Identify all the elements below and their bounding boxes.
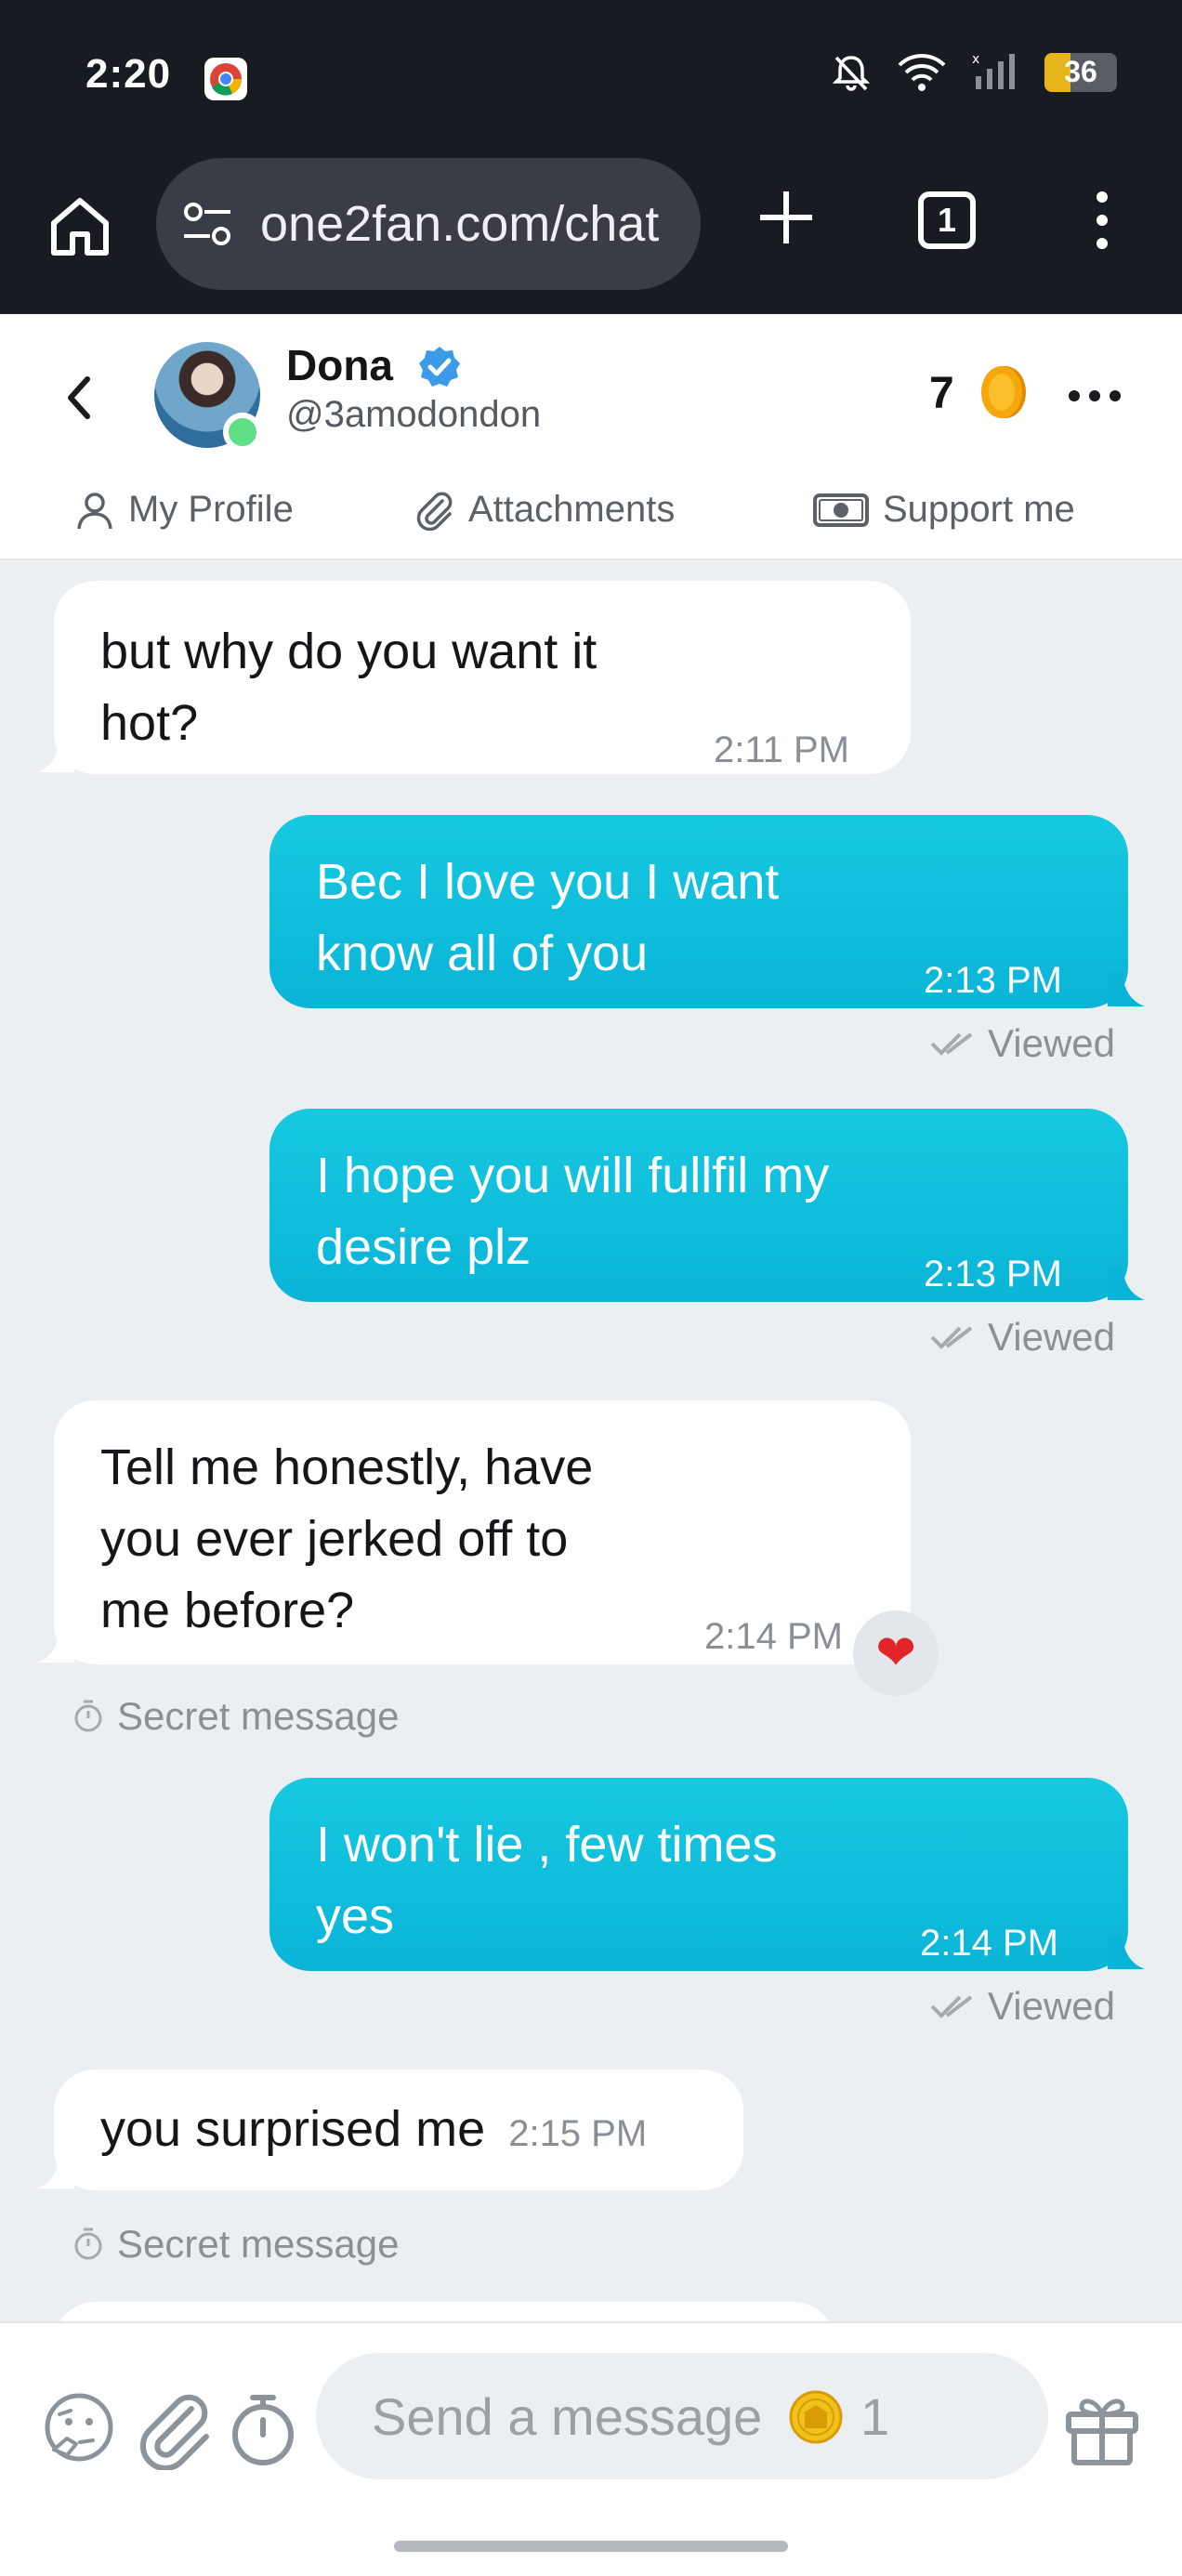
message-cost-value: 1 xyxy=(860,2387,890,2446)
chat-header: Dona @3amodondon 7 My Profile Attachment… xyxy=(0,314,1182,560)
bubble-tail xyxy=(1108,1936,1145,1969)
message-time: 2:13 PM xyxy=(924,1254,1062,1295)
message-text: I won't lie , few times xyxy=(316,1817,778,1873)
tab-support-me[interactable]: Support me xyxy=(812,489,1075,531)
reaction-heart[interactable]: ❤ xyxy=(853,1610,939,1696)
read-receipt-text: Viewed xyxy=(988,1984,1115,2028)
double-check-icon xyxy=(930,1326,973,1349)
bubble-tail xyxy=(37,1629,74,1663)
chrome-icon xyxy=(204,58,247,100)
message-text: Bec I love you I want xyxy=(316,854,780,910)
paperclip-icon[interactable] xyxy=(136,2390,216,2470)
contact-handle: @3amodondon xyxy=(286,394,542,435)
url-text[interactable]: one2fan.com/chat xyxy=(260,195,688,253)
message-time: 2:14 PM xyxy=(704,1616,843,1657)
message-time: 2:14 PM xyxy=(920,1923,1058,1964)
message-incoming[interactable]: but why do you want it hot? 2:11 PM xyxy=(54,581,911,774)
cash-icon xyxy=(813,493,869,527)
browser-menu-icon[interactable] xyxy=(1093,188,1111,253)
message-text: but why do you want it xyxy=(100,624,598,679)
home-gesture-bar[interactable] xyxy=(394,2541,788,2552)
tab-attachments-label: Attachments xyxy=(468,489,676,530)
coin-icon xyxy=(789,2390,843,2443)
url-bar[interactable]: one2fan.com/chat xyxy=(156,158,701,290)
chat-messages[interactable]: but why do you want it hot? 2:11 PM Bec … xyxy=(0,562,1182,2321)
tab-switcher-button[interactable]: 1 xyxy=(918,191,976,249)
stopwatch-icon xyxy=(74,1700,102,1732)
signal-icon: x xyxy=(972,52,1015,89)
message-incoming[interactable]: Tell me honestly, have you ever jerked o… xyxy=(54,1400,911,1664)
read-receipt: Viewed xyxy=(928,1315,1115,1360)
emoji-think-icon[interactable] xyxy=(39,2390,119,2470)
message-text: Tell me honestly, have xyxy=(100,1439,594,1495)
message-time: 2:15 PM xyxy=(508,2113,648,2154)
coin-balance: 7 xyxy=(929,369,954,418)
online-indicator xyxy=(223,413,262,452)
bubble-tail xyxy=(37,739,74,772)
gift-icon[interactable] xyxy=(1059,2385,1145,2470)
message-text: you surprised me xyxy=(100,2101,486,2157)
message-incoming[interactable] xyxy=(54,2302,834,2321)
contact-name[interactable]: Dona xyxy=(286,340,393,390)
timer-icon[interactable] xyxy=(223,2390,303,2470)
tab-attachments[interactable]: Attachments xyxy=(414,489,675,531)
secret-message-text: Secret message xyxy=(117,2222,400,2266)
message-input[interactable]: Send a message 1 xyxy=(316,2353,1048,2479)
secret-message-label: Secret message xyxy=(72,2222,399,2267)
read-receipt-text: Viewed xyxy=(988,1021,1115,1065)
coin-icon xyxy=(981,366,1026,418)
secret-message-text: Secret message xyxy=(117,1694,400,1738)
back-icon[interactable] xyxy=(56,370,102,426)
message-outgoing[interactable]: I hope you will fullfil my desire plz 2:… xyxy=(269,1109,1128,1302)
more-options-icon[interactable] xyxy=(1065,385,1124,407)
message-time: 2:11 PM xyxy=(714,729,849,770)
message-cost: 1 xyxy=(788,2386,889,2447)
message-input-placeholder: Send a message xyxy=(372,2387,763,2446)
paperclip-icon xyxy=(416,492,453,531)
status-time: 2:20 xyxy=(85,51,172,97)
read-receipt: Viewed xyxy=(928,1021,1115,1066)
message-composer: Send a message 1 xyxy=(0,2321,1182,2517)
stopwatch-icon xyxy=(74,2228,102,2260)
mute-icon xyxy=(832,56,871,91)
heart-icon: ❤ xyxy=(875,1626,916,1680)
bubble-tail xyxy=(37,2155,74,2188)
secret-message-label: Secret message xyxy=(72,1694,399,1739)
double-check-icon xyxy=(930,1032,973,1056)
message-text: you ever jerked off to xyxy=(100,1511,569,1567)
message-outgoing[interactable]: Bec I love you I want know all of you 2:… xyxy=(269,815,1128,1008)
battery-icon: 36 xyxy=(1044,53,1117,92)
tab-support-me-label: Support me xyxy=(883,489,1075,530)
site-settings-icon[interactable] xyxy=(180,201,234,247)
message-incoming[interactable]: you surprised me 2:15 PM xyxy=(54,2070,743,2190)
user-icon xyxy=(77,492,112,529)
home-icon[interactable] xyxy=(45,191,115,262)
browser-toolbar: one2fan.com/chat 1 xyxy=(0,151,1182,314)
bubble-tail xyxy=(1108,973,1145,1006)
tab-my-profile-label: My Profile xyxy=(128,489,294,530)
read-receipt: Viewed xyxy=(928,1984,1115,2029)
message-text: I hope you will fullfil my xyxy=(316,1148,830,1203)
status-bar: 2:20 x 36 xyxy=(0,0,1182,151)
bubble-tail xyxy=(1108,1267,1145,1300)
read-receipt-text: Viewed xyxy=(988,1315,1115,1359)
double-check-icon xyxy=(930,1995,973,2018)
verified-badge-icon xyxy=(419,347,460,387)
message-outgoing[interactable]: I won't lie , few times yes 2:14 PM xyxy=(269,1778,1128,1971)
wifi-icon xyxy=(898,54,946,91)
tab-my-profile[interactable]: My Profile xyxy=(74,489,294,531)
message-time: 2:13 PM xyxy=(924,960,1062,1001)
svg-text:x: x xyxy=(972,52,979,67)
new-tab-icon[interactable] xyxy=(749,180,823,255)
